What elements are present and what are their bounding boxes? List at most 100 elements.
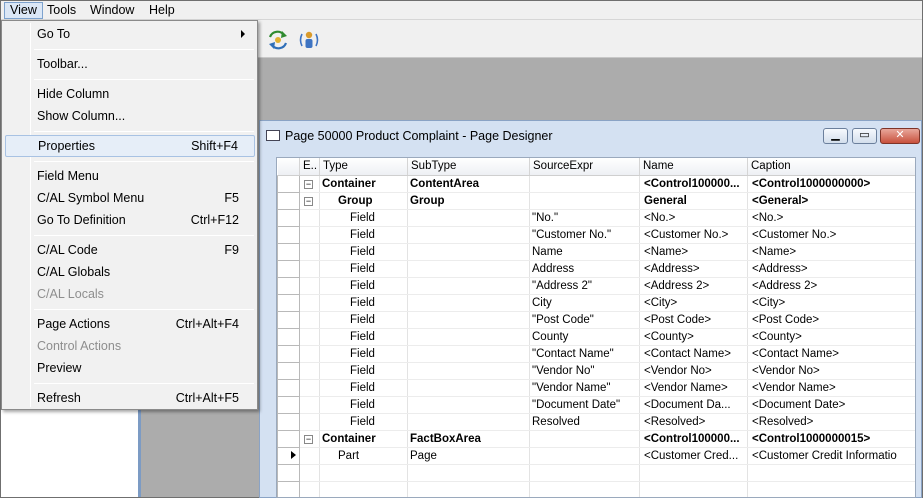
cell-empty[interactable] bbox=[639, 464, 748, 482]
table-row[interactable]: Field "Document Date" <Document Da... <Docu… bbox=[277, 395, 915, 414]
row-selector[interactable] bbox=[277, 446, 300, 465]
cell-subtype[interactable] bbox=[407, 362, 530, 380]
row-selector[interactable] bbox=[277, 259, 300, 278]
row-selector[interactable] bbox=[277, 208, 300, 227]
cell-subtype[interactable] bbox=[407, 226, 530, 244]
cell-subtype[interactable]: FactBoxArea bbox=[407, 430, 530, 448]
cell-sourceexpr[interactable]: "No." bbox=[529, 209, 640, 227]
cell-name[interactable]: <City> bbox=[639, 294, 748, 312]
cell-sourceexpr[interactable] bbox=[529, 192, 640, 210]
cell-caption[interactable]: <Vendor No> bbox=[747, 362, 915, 380]
cell-caption[interactable]: <Address> bbox=[747, 260, 915, 278]
row-selector[interactable] bbox=[277, 395, 300, 414]
cell-name[interactable]: General bbox=[639, 192, 748, 210]
row-selector[interactable] bbox=[277, 480, 300, 497]
cell-expand[interactable] bbox=[299, 328, 320, 346]
cell-caption[interactable]: <No.> bbox=[747, 209, 915, 227]
cell-caption[interactable]: <Customer No.> bbox=[747, 226, 915, 244]
row-selector[interactable] bbox=[277, 361, 300, 380]
cell-type[interactable]: Container bbox=[319, 430, 408, 448]
row-selector[interactable] bbox=[277, 242, 300, 261]
row-selector[interactable] bbox=[277, 344, 300, 363]
column-header-caption[interactable]: Caption bbox=[747, 158, 915, 176]
cell-caption[interactable]: <Customer Credit Informatio bbox=[747, 447, 915, 465]
cell-subtype[interactable]: Page bbox=[407, 447, 530, 465]
cell-empty[interactable] bbox=[747, 481, 915, 497]
cell-sourceexpr[interactable]: "Customer No." bbox=[529, 226, 640, 244]
menu-item-cal-symbol-menu[interactable]: C/AL Symbol Menu F5 bbox=[5, 187, 255, 209]
cell-empty[interactable] bbox=[299, 481, 320, 497]
cell-name[interactable]: <No.> bbox=[639, 209, 748, 227]
cell-subtype[interactable] bbox=[407, 345, 530, 363]
cell-caption[interactable]: <Control1000000015> bbox=[747, 430, 915, 448]
cell-expand[interactable] bbox=[299, 396, 320, 414]
cell-type[interactable]: Part bbox=[319, 447, 408, 465]
row-selector[interactable] bbox=[277, 225, 300, 244]
cell-expand[interactable] bbox=[299, 345, 320, 363]
cell-subtype[interactable] bbox=[407, 396, 530, 414]
menu-item-toolbar[interactable]: Toolbar... bbox=[5, 53, 255, 75]
menu-item-field-menu[interactable]: Field Menu bbox=[5, 165, 255, 187]
table-row[interactable]: Field County <County> <County> bbox=[277, 327, 915, 346]
cell-sourceexpr[interactable]: County bbox=[529, 328, 640, 346]
table-row[interactable]: Field Name <Name> <Name> bbox=[277, 242, 915, 261]
cell-sourceexpr[interactable]: Name bbox=[529, 243, 640, 261]
cell-name[interactable]: <Customer No.> bbox=[639, 226, 748, 244]
menu-help[interactable]: Help bbox=[144, 2, 180, 19]
collapse-icon[interactable]: − bbox=[304, 196, 313, 206]
cell-name[interactable]: <Control100000... bbox=[639, 430, 748, 448]
cell-name[interactable]: <Address> bbox=[639, 260, 748, 278]
row-selector[interactable] bbox=[277, 463, 300, 482]
menu-item-hide-column[interactable]: Hide Column bbox=[5, 83, 255, 105]
cell-caption[interactable]: <Address 2> bbox=[747, 277, 915, 295]
cell-empty[interactable] bbox=[747, 464, 915, 482]
cell-empty[interactable] bbox=[529, 464, 640, 482]
table-row[interactable]: Field "Contact Name" <Contact Name> <Contac… bbox=[277, 344, 915, 363]
cell-subtype[interactable] bbox=[407, 328, 530, 346]
table-row[interactable]: Field Resolved <Resolved> <Resolved> bbox=[277, 412, 915, 431]
cell-subtype[interactable]: ContentArea bbox=[407, 175, 530, 193]
cell-sourceexpr[interactable] bbox=[529, 430, 640, 448]
cell-subtype[interactable]: Group bbox=[407, 192, 530, 210]
minimize-button[interactable]: ▁ bbox=[823, 128, 848, 144]
cell-type[interactable]: Field bbox=[319, 413, 408, 431]
cell-expand[interactable] bbox=[299, 413, 320, 431]
cell-type[interactable]: Field bbox=[319, 379, 408, 397]
cell-type[interactable]: Field bbox=[319, 243, 408, 261]
menu-tools[interactable]: Tools bbox=[42, 2, 81, 19]
cell-type[interactable]: Field bbox=[319, 209, 408, 227]
cell-sourceexpr[interactable]: "Vendor No" bbox=[529, 362, 640, 380]
table-row[interactable]: Field "Vendor Name" <Vendor Name> <Vendor N… bbox=[277, 378, 915, 397]
row-selector[interactable] bbox=[277, 378, 300, 397]
refresh-arrows-icon[interactable] bbox=[267, 29, 289, 51]
cell-type[interactable]: Group bbox=[319, 192, 408, 210]
cell-empty[interactable] bbox=[529, 481, 640, 497]
cell-name[interactable]: <County> bbox=[639, 328, 748, 346]
menu-item-preview[interactable]: Preview bbox=[5, 357, 255, 379]
cell-caption[interactable]: <Control1000000000> bbox=[747, 175, 915, 193]
cell-caption[interactable]: <City> bbox=[747, 294, 915, 312]
cell-empty[interactable] bbox=[407, 464, 530, 482]
menu-item-go-to-definition[interactable]: Go To Definition Ctrl+F12 bbox=[5, 209, 255, 231]
cell-expand[interactable] bbox=[299, 311, 320, 329]
cell-caption[interactable]: <Post Code> bbox=[747, 311, 915, 329]
cell-name[interactable]: <Name> bbox=[639, 243, 748, 261]
cell-sourceexpr[interactable]: "Post Code" bbox=[529, 311, 640, 329]
cell-expand[interactable] bbox=[299, 447, 320, 465]
cell-subtype[interactable] bbox=[407, 311, 530, 329]
menu-item-go-to[interactable]: Go To bbox=[5, 23, 255, 45]
cell-name[interactable]: <Customer Cred... bbox=[639, 447, 748, 465]
table-row[interactable]: Field "Customer No." <Customer No.> <Custom… bbox=[277, 225, 915, 244]
cell-type[interactable]: Field bbox=[319, 396, 408, 414]
table-row[interactable]: Field "Post Code" <Post Code> <Post Code> bbox=[277, 310, 915, 329]
cell-expand[interactable]: − bbox=[299, 430, 320, 448]
row-selector[interactable] bbox=[277, 293, 300, 312]
cell-name[interactable]: <Document Da... bbox=[639, 396, 748, 414]
cell-caption[interactable]: <General> bbox=[747, 192, 915, 210]
menu-item-show-column[interactable]: Show Column... bbox=[5, 105, 255, 127]
cell-sourceexpr[interactable]: "Contact Name" bbox=[529, 345, 640, 363]
cell-caption[interactable]: <Contact Name> bbox=[747, 345, 915, 363]
table-row[interactable]: Field "Vendor No" <Vendor No> <Vendor No> bbox=[277, 361, 915, 380]
row-selector[interactable] bbox=[277, 191, 300, 210]
row-selector[interactable] bbox=[277, 412, 300, 431]
